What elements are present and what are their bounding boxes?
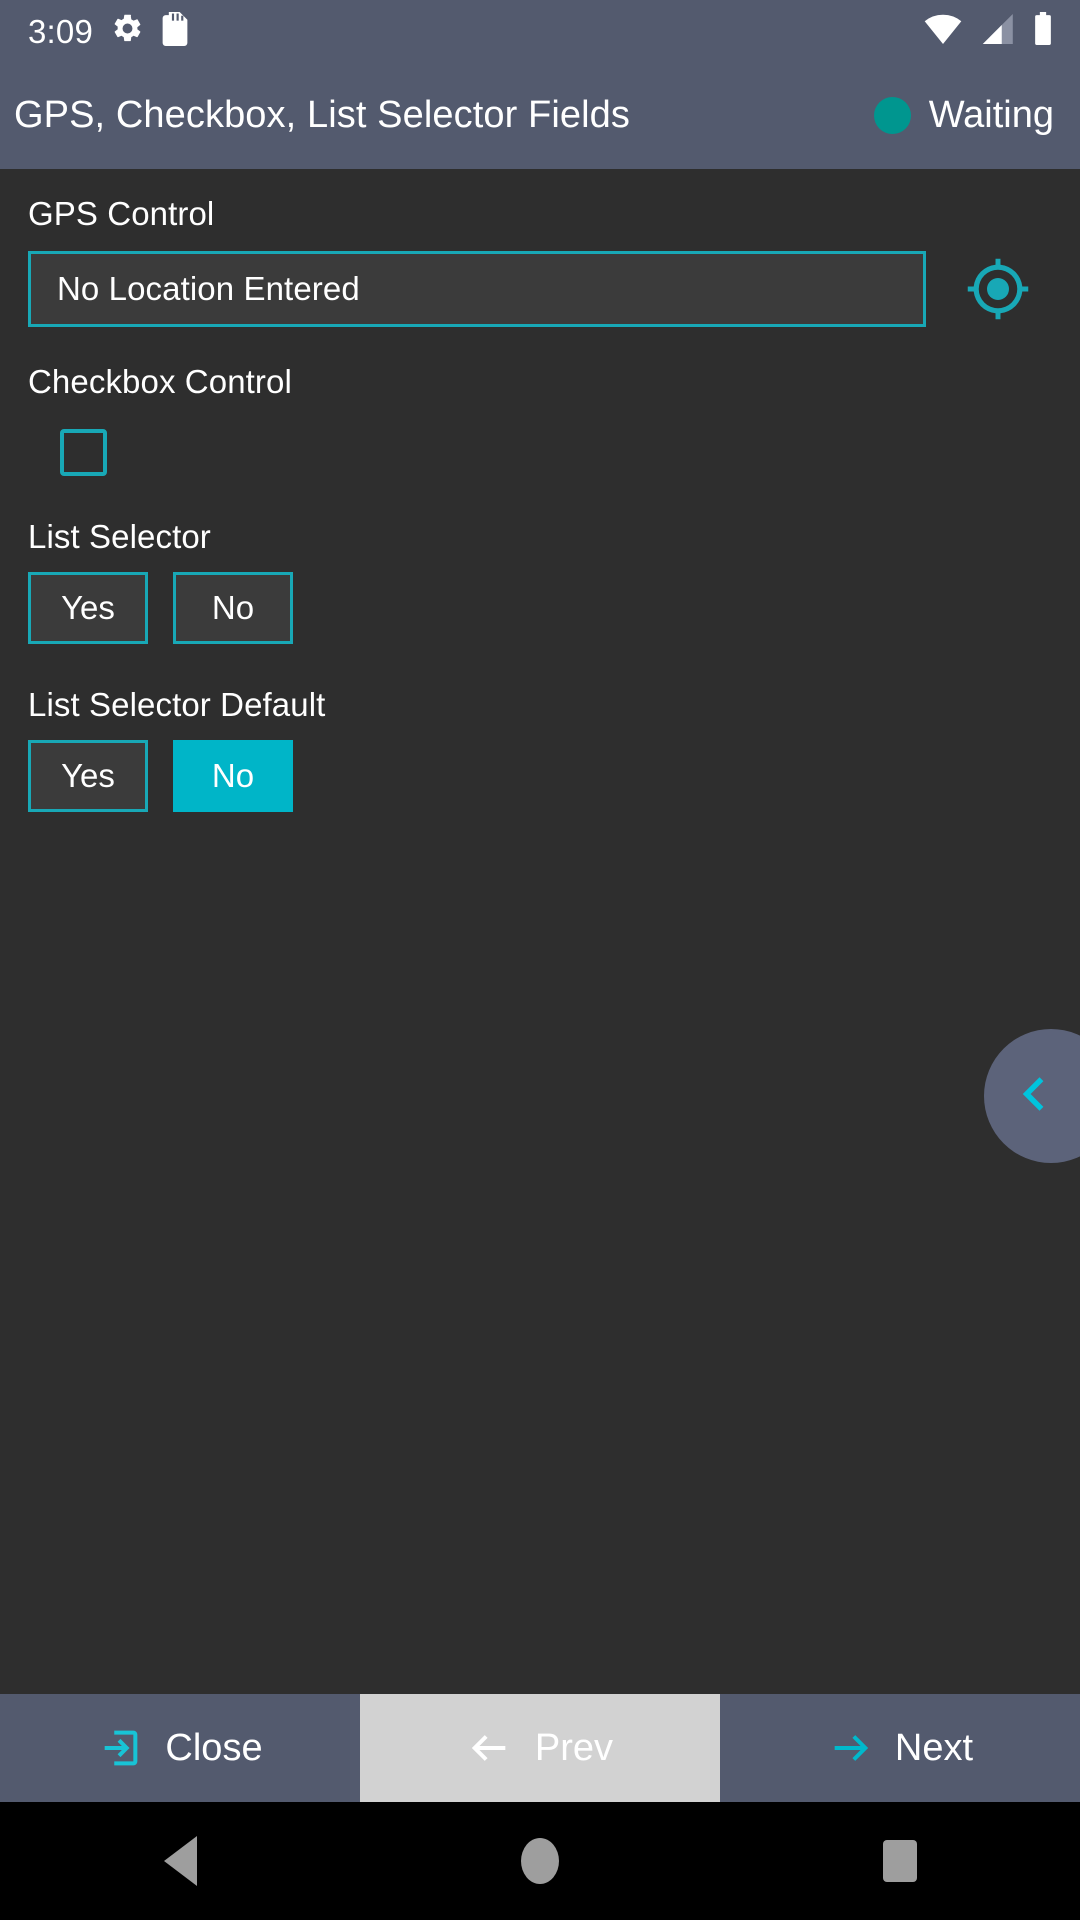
page-title: GPS, Checkbox, List Selector Fields bbox=[14, 94, 630, 136]
list-selector-options: Yes No bbox=[28, 572, 1052, 644]
checkbox-row bbox=[28, 429, 1052, 476]
form-action-bar: Close Prev Next bbox=[0, 1694, 1080, 1802]
gps-control-label: GPS Control bbox=[28, 195, 215, 232]
arrow-left-icon bbox=[467, 1725, 513, 1771]
next-button[interactable]: Next bbox=[720, 1694, 1080, 1802]
list-selector-default-option-yes[interactable]: Yes bbox=[28, 740, 148, 812]
my-location-icon[interactable] bbox=[962, 253, 1034, 325]
list-selector-default-option-no[interactable]: No bbox=[173, 740, 293, 812]
close-button-label: Close bbox=[165, 1726, 263, 1769]
form-status-indicator: Waiting bbox=[873, 94, 1054, 137]
status-bar-right bbox=[924, 12, 1054, 50]
sd-card-icon bbox=[162, 11, 188, 51]
app-title-bar: GPS, Checkbox, List Selector Fields Wait… bbox=[0, 62, 1080, 169]
exit-icon bbox=[97, 1725, 143, 1771]
next-button-label: Next bbox=[894, 1726, 974, 1769]
app-screen: 3:09 GPS, Checkbox, List Selector Fields… bbox=[0, 0, 1080, 1920]
field-checkbox-control: Checkbox Control bbox=[0, 363, 1080, 476]
list-selector-option-no[interactable]: No bbox=[173, 572, 293, 644]
prev-button[interactable]: Prev bbox=[360, 1694, 720, 1802]
android-navigation-bar bbox=[0, 1802, 1080, 1920]
arrow-right-icon bbox=[827, 1725, 873, 1771]
home-icon[interactable] bbox=[450, 1802, 630, 1920]
close-button[interactable]: Close bbox=[0, 1694, 360, 1802]
wifi-icon bbox=[924, 14, 962, 49]
gear-icon bbox=[111, 12, 144, 50]
battery-icon bbox=[1032, 12, 1054, 50]
gps-input-value: No Location Entered bbox=[57, 270, 360, 307]
chevron-left-icon bbox=[1012, 1072, 1080, 1121]
checkbox-input[interactable] bbox=[60, 429, 107, 476]
field-list-selector-default: List Selector Default Yes No bbox=[0, 686, 1080, 812]
system-status-bar: 3:09 bbox=[0, 0, 1080, 62]
list-selector-default-options: Yes No bbox=[28, 740, 1052, 812]
checkbox-control-label: Checkbox Control bbox=[28, 363, 292, 400]
prev-button-label: Prev bbox=[534, 1726, 614, 1769]
back-icon[interactable] bbox=[90, 1802, 270, 1920]
gps-control-row: No Location Entered bbox=[28, 251, 1052, 327]
field-list-selector: List Selector Yes No bbox=[0, 518, 1080, 644]
status-bar-left: 3:09 bbox=[28, 11, 188, 51]
list-selector-option-yes[interactable]: Yes bbox=[28, 572, 148, 644]
drawer-toggle-handle[interactable] bbox=[984, 1029, 1080, 1163]
form-content: GPS Control No Location Entered Checkbox… bbox=[0, 169, 1080, 1694]
cellular-signal-icon bbox=[979, 13, 1015, 49]
field-gps-control: GPS Control No Location Entered bbox=[0, 195, 1080, 327]
status-badge: Waiting bbox=[928, 94, 1054, 136]
recents-icon[interactable] bbox=[810, 1802, 990, 1920]
list-selector-label: List Selector bbox=[28, 518, 211, 555]
gps-input[interactable]: No Location Entered bbox=[28, 251, 926, 327]
list-selector-default-label: List Selector Default bbox=[28, 686, 326, 723]
status-dot-icon bbox=[873, 97, 911, 134]
status-bar-clock: 3:09 bbox=[28, 12, 94, 50]
